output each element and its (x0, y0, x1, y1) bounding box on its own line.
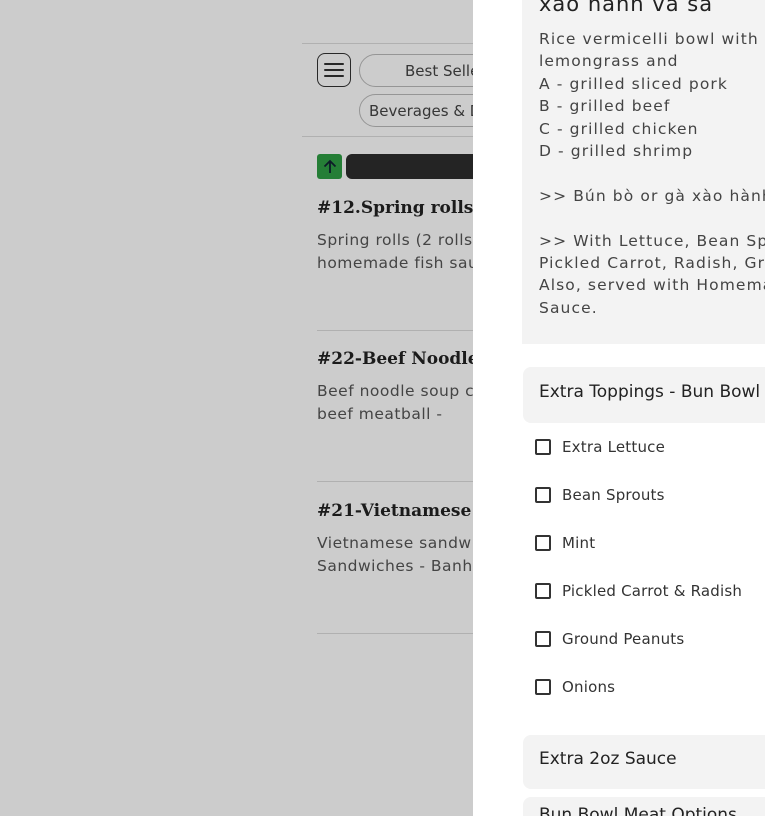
checkbox[interactable] (535, 439, 551, 455)
checkbox[interactable] (535, 631, 551, 647)
checkbox[interactable] (535, 487, 551, 503)
checkbox[interactable] (535, 583, 551, 599)
option-mint[interactable]: Mint (535, 533, 595, 553)
option-bean-sprouts[interactable]: Bean Sprouts (535, 485, 665, 505)
option-extra-lettuce[interactable]: Extra Lettuce (535, 437, 665, 457)
item-description: Rice vermicelli bowl with c lemongrass a… (539, 30, 765, 317)
option-label: Mint (562, 534, 596, 552)
option-pickled-carrot-radish[interactable]: Pickled Carrot & Radish (535, 581, 742, 601)
option-ground-peanuts[interactable]: Ground Peanuts (535, 629, 684, 649)
option-group-title: Extra 2oz Sauce (539, 749, 677, 769)
option-label: Onions (562, 678, 616, 696)
option-label: Ground Peanuts (562, 630, 685, 648)
option-label: Pickled Carrot & Radish (562, 582, 743, 600)
item-options-modal: xào hành và sả Rice vermicelli bowl with… (473, 0, 765, 816)
option-label: Extra Lettuce (562, 438, 666, 456)
item-heading: xào hành và sả (539, 0, 714, 16)
option-group-title: Extra Toppings - Bun Bowl ( (539, 382, 765, 402)
checkbox[interactable] (535, 679, 551, 695)
option-onions[interactable]: Onions (535, 677, 615, 697)
option-label: Bean Sprouts (562, 486, 665, 504)
option-group-title: Bun Bowl Meat Options (539, 805, 737, 816)
checkbox[interactable] (535, 535, 551, 551)
